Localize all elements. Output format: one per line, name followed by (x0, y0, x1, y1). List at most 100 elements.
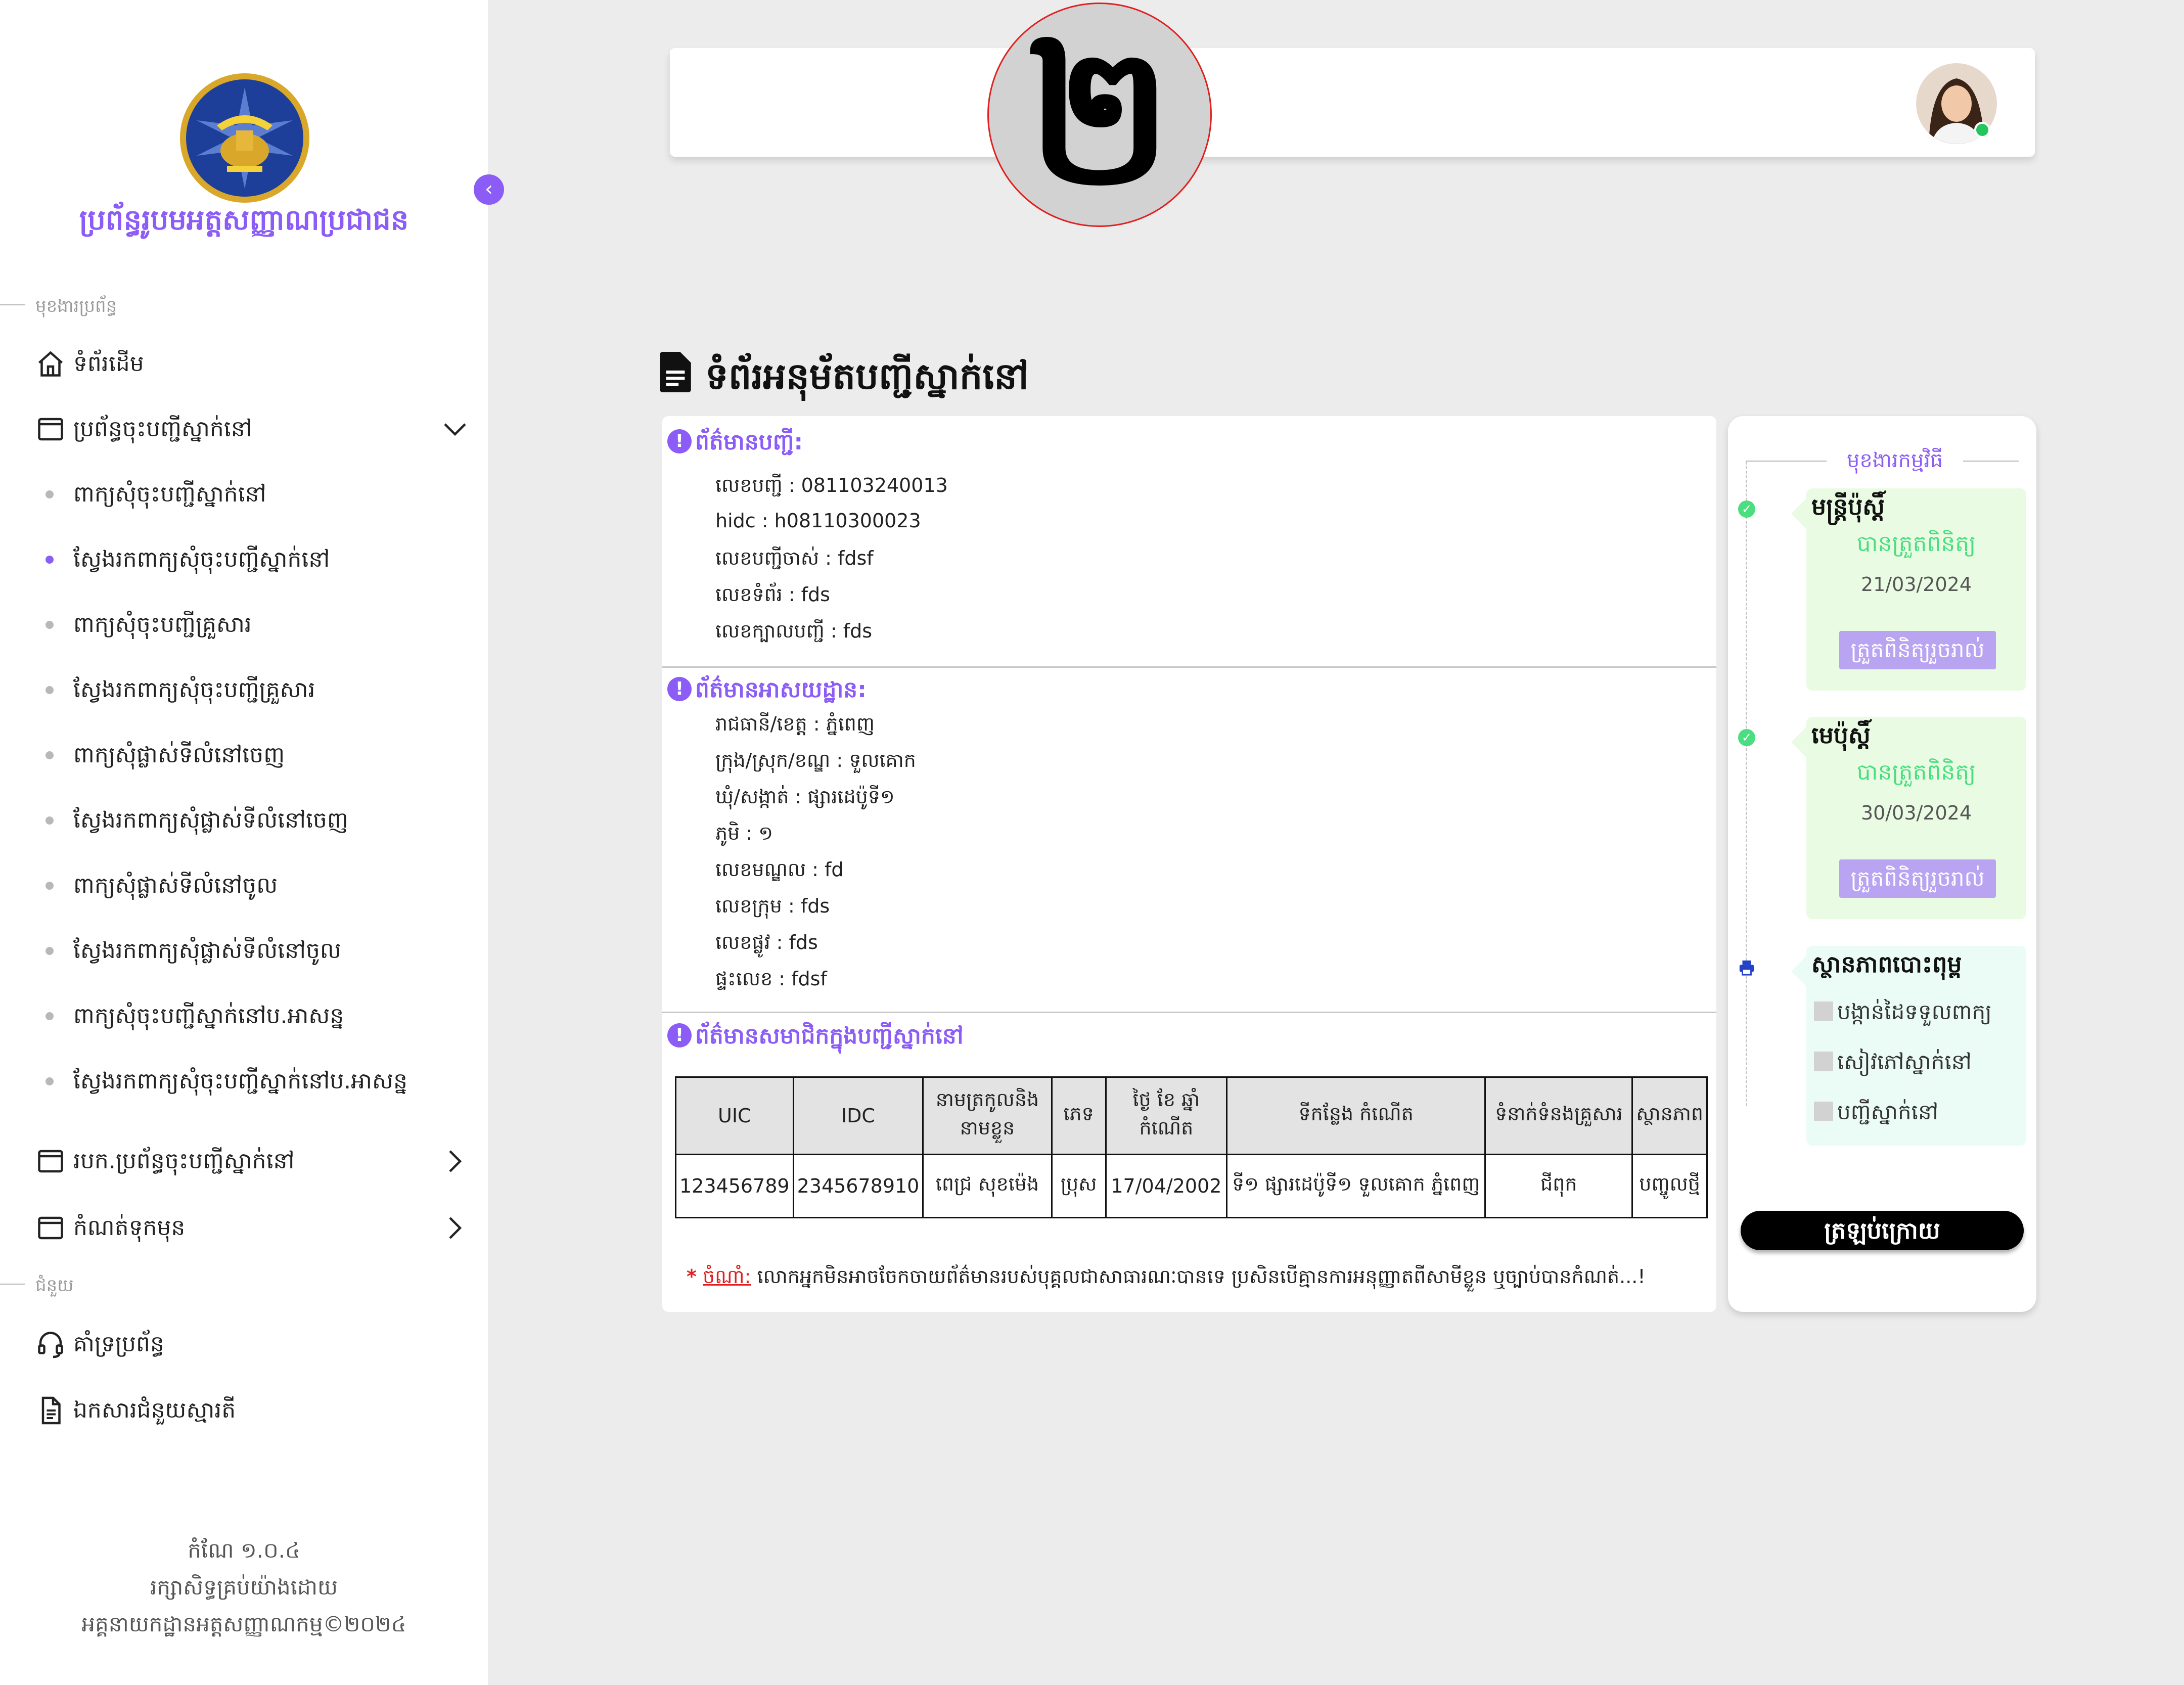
online-status-dot (1974, 122, 1990, 138)
section-main-text: មុខងារប្រព័ន្ធ (35, 296, 117, 316)
nav-support[interactable]: គាំទ្រប្រព័ន្ធ (35, 1318, 470, 1369)
step-date: 30/03/2024 (1860, 802, 1972, 824)
sub-item-7[interactable]: ស្វែងរកពាក្យសុំផ្លាស់ទីលំនៅចូល (46, 925, 470, 975)
nav-home[interactable]: ទំព័រដើម (35, 338, 470, 388)
sub-item-label: ស្វែងរកពាក្យសុំផ្លាស់ទីលំនៅចូល (73, 938, 341, 964)
bullet-dot (46, 686, 54, 694)
nav-drafts-label: កំណត់ទុកមុន (73, 1215, 186, 1241)
timeline-line (1746, 462, 1747, 1106)
address-field: រាជធានី/ខេត្ត : ភ្នំពេញ (715, 713, 875, 735)
col-relation: ទំនាក់ទំនងគ្រួសារ (1484, 1076, 1633, 1155)
sub-item-1-active[interactable]: ស្វែងរកពាក្យសុំចុះបញ្ជីស្នាក់នៅ (46, 533, 470, 584)
address-field: ភូមិ : ១ (715, 822, 773, 844)
info-icon: ! (667, 677, 692, 701)
bullet-dot (46, 882, 54, 890)
window-icon (38, 1150, 63, 1173)
sub-item-label: ពាក្យសុំផ្លាស់ទីលំនៅចូល (73, 873, 278, 898)
document-icon (41, 1396, 61, 1425)
workflow-heading-text: មុខងារកម្មវិធី (1847, 449, 1943, 472)
reviewed-button[interactable]: ត្រួតពិនិត្យរួចរាល់ (1839, 859, 1996, 898)
sidebar: ប្រព័ន្ធរូបមអត្តសញ្ញាណប្រជាជន មុខងារប្រព… (0, 0, 488, 1685)
bullet-dot (46, 816, 54, 825)
printer-icon (1739, 960, 1754, 976)
col-idc: IDC (792, 1076, 924, 1155)
step-status: បានត្រួតពិនិត្យ (1856, 531, 1976, 557)
workflow-heading: មុខងារកម្មវិធី (1746, 446, 2019, 475)
nav-report-label: របក.ប្រព័ន្ធចុះបញ្ជីស្នាក់នៅ (73, 1148, 295, 1174)
section-divider (662, 1012, 1716, 1013)
nav-home-label: ទំព័រដើម (73, 351, 144, 377)
sub-item-8[interactable]: ពាក្យសុំចុះបញ្ជីស្នាក់នៅប.អាសន្ន (46, 990, 470, 1040)
step-date: 21/03/2024 (1860, 573, 1972, 596)
print-item-label: បង្កាន់ដៃទទួលពាក្យ (1837, 999, 1992, 1024)
sub-item-label: ស្វែងរកពាក្យសុំផ្លាស់ទីលំនៅចេញ (73, 807, 348, 833)
privacy-note: * ចំណាំ: លោកអ្នកមិនអាចចែកចាយព័ត៌មានរបស់ប… (687, 1264, 1646, 1293)
nav-support-label: គាំទ្រប្រព័ន្ធ (73, 1331, 164, 1357)
page-title-text: ទំព័រអនុម័តបញ្ជីស្នាក់នៅ (705, 355, 1029, 397)
sub-item-2[interactable]: ពាក្យសុំចុះបញ្ជីគ្រួសារ (46, 599, 470, 649)
window-icon (38, 1216, 63, 1240)
cell-relation: ជីពុក (1484, 1154, 1633, 1218)
col-status: ស្ថានភាព (1631, 1076, 1708, 1155)
sub-item-label: ពាក្យសុំចុះបញ្ជីស្នាក់នៅប.អាសន្ន (73, 1003, 344, 1029)
sub-item-3[interactable]: ស្វែងរកពាក្យសុំចុះបញ្ជីគ្រួសារ (46, 664, 470, 714)
section-divider (662, 666, 1716, 668)
cell-gender: ប្រុស (1051, 1154, 1107, 1218)
section-main-label: មុខងារប្រព័ន្ធ (0, 292, 488, 317)
print-status-title: ស្ថានភាពបោះពុម្ព (1811, 950, 1962, 978)
sub-item-9[interactable]: ស្វែងរកពាក្យសុំចុះបញ្ជីស្នាក់នៅប.អាសន្ន (46, 1055, 470, 1106)
sub-item-5[interactable]: ស្វែងរកពាក្យសុំផ្លាស់ទីលំនៅចេញ (46, 794, 470, 845)
sub-item-label: ពាក្យសុំចុះបញ្ជីគ្រួសារ (73, 612, 252, 637)
bullet-dot (46, 947, 54, 955)
address-field: លេខផ្លូវ : fds (715, 931, 818, 953)
back-button[interactable]: ត្រឡប់ក្រោយ (1741, 1211, 2024, 1250)
sub-item-4[interactable]: ពាក្យសុំផ្លាស់ទីលំនៅចេញ (46, 729, 470, 780)
bullet-dot (46, 490, 54, 498)
chevron-right-icon[interactable] (440, 1213, 470, 1243)
chevron-right-icon[interactable] (440, 1146, 470, 1176)
cell-birthdate: 17/04/2002 (1105, 1154, 1228, 1218)
table-row[interactable]: 123456789 2345678910 ពេជ្រ សុខម៉េង ប្រុស… (675, 1154, 1708, 1218)
org-text: អគ្គនាយកដ្ឋានអត្តសញ្ញាណកម្ម©២០២៤ (81, 1612, 406, 1636)
check-circle-icon: ✓ (1738, 729, 1755, 746)
col-birthdate: ថ្ងៃ ខែ ឆ្នាំ កំណើត (1105, 1076, 1228, 1155)
checkbox[interactable] (1814, 1102, 1833, 1121)
sub-item-6[interactable]: ពាក្យសុំផ្លាស់ទីលំនៅចូល (46, 859, 470, 910)
address-field: លេខក្រុម : fds (715, 895, 830, 917)
nav-residence-system-label: ប្រព័ន្ធចុះបញ្ជីស្នាក់នៅ (73, 416, 252, 442)
info-icon: ! (667, 1023, 692, 1048)
step-title: មេប៉ុស្តិ៍ (1811, 721, 1871, 749)
sub-item-label: ស្វែងរកពាក្យសុំចុះបញ្ជីស្នាក់នៅប.អាសន្ន (73, 1068, 407, 1094)
step-status: បានត្រួតពិនិត្យ (1856, 759, 1976, 785)
bullet-dot (46, 1012, 54, 1020)
workflow-card: មុខងារកម្មវិធី ✓ មន្ត្រីប៉ុស្តិ៍ បានត្រួ… (1728, 416, 2036, 1312)
registry-field: hidc : h08110300023 (715, 510, 921, 532)
sub-item-label: ស្វែងរកពាក្យសុំចុះបញ្ជីគ្រួសារ (73, 677, 315, 703)
chevron-left-icon: ‹ (485, 177, 493, 201)
rights-text: រក្សាសិទ្ធគ្រប់យ៉ាងដោយ (150, 1575, 338, 1600)
address-field: លេខមណ្ឌល : fd (715, 858, 844, 881)
nav-report[interactable]: របក.ប្រព័ន្ធចុះបញ្ជីស្នាក់នៅ (35, 1135, 470, 1186)
checkbox[interactable] (1814, 1052, 1833, 1071)
registry-field: លេខក្បាលបញ្ជី : fds (715, 620, 873, 642)
bullet-dot (46, 751, 54, 759)
print-item-label: បញ្ជីស្នាក់នៅ (1837, 1100, 1938, 1124)
cell-status: បញ្ចូលថ្មី (1631, 1154, 1708, 1218)
sidebar-collapse-button[interactable]: ‹ (474, 174, 504, 205)
checkbox[interactable] (1814, 1001, 1833, 1021)
sub-item-0[interactable]: ពាក្យសុំចុះបញ្ជីស្នាក់នៅ (46, 468, 470, 519)
workflow-step-2: មេប៉ុស្តិ៍ បានត្រួតពិនិត្យ 30/03/2024 ត្… (1791, 717, 2026, 919)
address-field: ក្រុង/ស្រុក/ខណ្ឌ : ទួលគោក (715, 749, 916, 771)
nav-guide-label: ឯកសារជំនួយស្មារតី (73, 1397, 236, 1423)
col-uic: UIC (675, 1076, 794, 1155)
nav-guide[interactable]: ឯកសារជំនួយស្មារតី (35, 1384, 470, 1435)
chevron-down-icon[interactable] (440, 414, 470, 444)
nav-drafts[interactable]: កំណត់ទុកមុន (35, 1202, 470, 1252)
top-header-bar (670, 48, 2035, 157)
cell-birthplace: ទី១ ផ្សារដេប៉ូទី១ ទួលគោក ភ្នំពេញ (1226, 1154, 1486, 1218)
reviewed-button[interactable]: ត្រួតពិនិត្យរួចរាល់ (1839, 631, 1996, 669)
nav-residence-system[interactable]: ប្រព័ន្ធចុះបញ្ជីស្នាក់នៅ (35, 403, 470, 453)
version-text: កំណែ ១.០.៤ (188, 1538, 300, 1563)
note-label: ចំណាំ: (702, 1265, 751, 1288)
check-circle-icon: ✓ (1738, 500, 1755, 518)
